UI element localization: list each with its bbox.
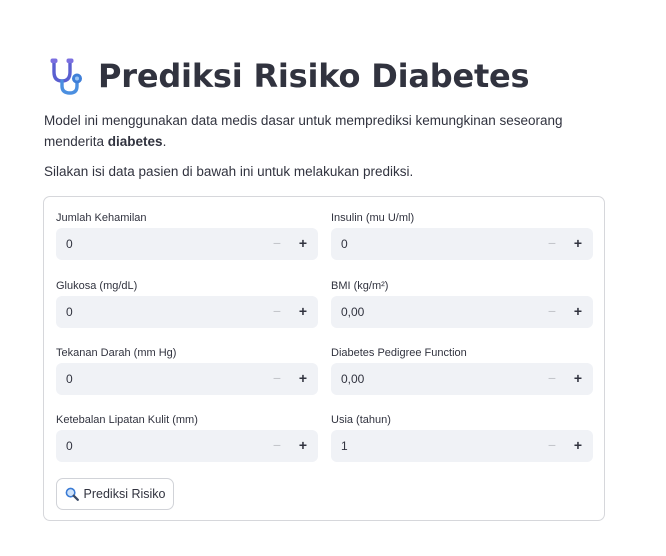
input-value[interactable]: 0,00 <box>341 363 364 395</box>
number-input[interactable]: 0 − + <box>56 296 318 328</box>
page-title-text: Prediksi Risiko Diabetes <box>98 57 530 95</box>
increment-button[interactable]: + <box>565 363 591 395</box>
number-input[interactable]: 0 − + <box>331 228 593 260</box>
number-input[interactable]: 0,00 − + <box>331 363 593 395</box>
field-insulin: Insulin (mu U/ml) 0 − + <box>331 210 593 260</box>
decrement-button[interactable]: − <box>264 296 290 328</box>
decrement-button[interactable]: − <box>539 296 565 328</box>
field-diabetes-pedigree-function: Diabetes Pedigree Function 0,00 − + <box>331 345 593 395</box>
field-usia: Usia (tahun) 1 − + <box>331 412 593 462</box>
field-label: Diabetes Pedigree Function <box>331 347 467 359</box>
field-bmi: BMI (kg/m²) 0,00 − + <box>331 278 593 328</box>
input-value[interactable]: 0 <box>66 363 73 395</box>
increment-button[interactable]: + <box>565 296 591 328</box>
number-input[interactable]: 0 − + <box>56 430 318 462</box>
predict-risk-label: Prediksi Risiko <box>83 487 166 501</box>
decrement-button[interactable]: − <box>264 430 290 462</box>
number-input[interactable]: 0 − + <box>56 363 318 395</box>
intro-text: Model ini menggunakan data medis dasar u… <box>44 110 614 152</box>
input-value[interactable]: 0 <box>66 430 73 462</box>
field-jumlah-kehamilan: Jumlah Kehamilan 0 − + <box>56 210 318 260</box>
field-ketebalan-lipatan-kulit: Ketebalan Lipatan Kulit (mm) 0 − + <box>56 412 318 462</box>
field-label: Insulin (mu U/ml) <box>331 212 415 224</box>
field-label: Ketebalan Lipatan Kulit (mm) <box>56 414 198 426</box>
increment-button[interactable]: + <box>290 296 316 328</box>
field-label: Glukosa (mg/dL) <box>56 280 138 292</box>
field-tekanan-darah: Tekanan Darah (mm Hg) 0 − + <box>56 345 318 395</box>
input-value[interactable]: 1 <box>341 430 348 462</box>
field-glukosa: Glukosa (mg/dL) 0 − + <box>56 278 318 328</box>
predict-risk-button[interactable]: Prediksi Risiko <box>56 478 174 510</box>
number-input[interactable]: 1 − + <box>331 430 593 462</box>
decrement-button[interactable]: − <box>539 363 565 395</box>
increment-button[interactable]: + <box>565 430 591 462</box>
intro-bold-keyword: diabetes <box>107 134 163 149</box>
decrement-button[interactable]: − <box>264 363 290 395</box>
increment-button[interactable]: + <box>290 228 316 260</box>
input-value[interactable]: 0 <box>341 228 348 260</box>
input-value[interactable]: 0 <box>66 296 73 328</box>
field-label: Jumlah Kehamilan <box>56 212 147 224</box>
increment-button[interactable]: + <box>290 363 316 395</box>
decrement-button[interactable]: − <box>264 228 290 260</box>
field-label: BMI (kg/m²) <box>331 280 389 292</box>
page-title: Prediksi Risiko Diabetes <box>46 54 530 98</box>
decrement-button[interactable]: − <box>539 430 565 462</box>
decrement-button[interactable]: − <box>539 228 565 260</box>
instruction-text: Silakan isi data pasien di bawah ini unt… <box>44 164 414 179</box>
field-label: Usia (tahun) <box>331 414 391 426</box>
stethoscope-icon <box>50 58 82 95</box>
increment-button[interactable]: + <box>290 430 316 462</box>
magnifier-icon <box>65 487 79 501</box>
field-label: Tekanan Darah (mm Hg) <box>56 347 177 359</box>
number-input[interactable]: 0 − + <box>56 228 318 260</box>
input-value[interactable]: 0,00 <box>341 296 364 328</box>
number-input[interactable]: 0,00 − + <box>331 296 593 328</box>
increment-button[interactable]: + <box>565 228 591 260</box>
input-value[interactable]: 0 <box>66 228 73 260</box>
intro-text-after: . <box>162 134 167 149</box>
patient-form: Jumlah Kehamilan 0 − + Insulin (mu U/ml)… <box>43 196 605 521</box>
